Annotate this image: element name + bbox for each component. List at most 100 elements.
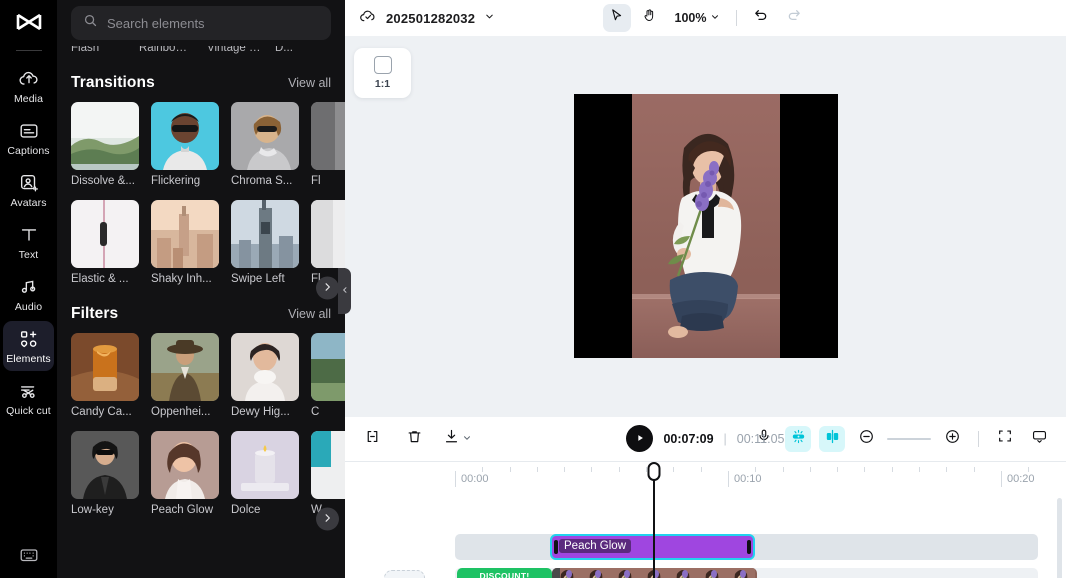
keyboard-shortcuts-icon[interactable] <box>18 544 40 566</box>
download-icon <box>443 428 460 450</box>
fit-to-screen-button[interactable] <box>992 426 1018 452</box>
timeline-vertical-scrollbar[interactable] <box>1057 497 1062 578</box>
sidebar-item-elements[interactable]: Elements <box>3 321 54 371</box>
fit-screen-icon <box>997 428 1013 449</box>
redo-button[interactable] <box>780 4 808 32</box>
transition-card[interactable]: Flickering <box>151 102 219 187</box>
timeline[interactable]: 00:00 00:10 00:20 Peach Glow DISCOUNT! <box>345 461 1066 578</box>
download-button[interactable] <box>443 426 472 452</box>
filter-thumbnail <box>231 333 299 401</box>
row-spacer <box>57 418 345 431</box>
mirror-button[interactable] <box>819 425 845 452</box>
redo-icon <box>786 8 802 29</box>
filter-card[interactable]: W <box>311 431 345 516</box>
search-box[interactable] <box>71 6 331 40</box>
clip-right-handle[interactable] <box>747 539 751 554</box>
cut-off-label: Vintage Fl... <box>207 46 263 54</box>
clip-left-grip[interactable] <box>552 567 560 578</box>
ruler-minor-tick <box>482 466 483 472</box>
ruler-label: 00:00 <box>461 472 489 485</box>
filter-card[interactable]: Low-key <box>71 431 139 516</box>
sidebar-item-avatars[interactable]: Avatars <box>3 165 54 215</box>
filter-card[interactable]: Dolce <box>231 431 299 516</box>
panel-scroll-region[interactable]: Flash Rainbow F... Vintage Fl... D... Tr… <box>57 46 345 578</box>
aspect-ratio-chip[interactable]: 1:1 <box>354 48 411 98</box>
search-icon <box>83 13 98 33</box>
filter-name: Candy Ca... <box>71 406 132 418</box>
zoom-in-button[interactable] <box>939 426 965 452</box>
zoom-out-button[interactable] <box>853 426 879 452</box>
aspect-ratio-label: 1:1 <box>374 78 391 90</box>
hand-tool-button[interactable] <box>636 4 664 32</box>
search-input[interactable] <box>107 15 319 31</box>
filter-track[interactable]: Peach Glow <box>345 533 1066 560</box>
cut-off-label: Rainbow F... <box>139 46 195 54</box>
play-icon <box>635 430 645 448</box>
transitions-next-arrow-button[interactable] <box>316 276 339 300</box>
playhead-handle[interactable] <box>647 461 661 481</box>
filter-card[interactable]: Dewy Hig... <box>231 333 299 418</box>
ruler-minor-tick <box>783 466 784 472</box>
sidebar-item-captions[interactable]: Captions <box>3 113 54 163</box>
sidebar-item-text[interactable]: Text <box>3 217 54 267</box>
transition-card[interactable]: Chroma S... <box>231 102 299 187</box>
zoom-level-dropdown[interactable]: 100% <box>669 11 727 25</box>
sticker-clip-discount[interactable]: DISCOUNT! 30% DISCOUNT! <box>457 567 552 578</box>
sidebar-item-audio[interactable]: Audio <box>3 269 54 319</box>
transition-thumbnail <box>311 200 345 268</box>
filters-next-arrow-button[interactable] <box>316 507 339 531</box>
ruler-minor-tick <box>974 466 975 472</box>
video-preview-canvas[interactable] <box>573 94 838 359</box>
edit-track-button[interactable] <box>384 569 425 578</box>
capcut-logo-icon[interactable] <box>0 4 57 44</box>
filter-thumbnail <box>231 431 299 499</box>
video-track[interactable]: DISCOUNT! 30% DISCOUNT! <box>345 567 1066 578</box>
video-thumbnail-frame <box>639 567 668 578</box>
filter-card[interactable]: Peach Glow <box>151 431 219 516</box>
split-button[interactable] <box>359 426 385 452</box>
ruler-label: 00:20 <box>1007 472 1035 485</box>
video-clip[interactable] <box>552 567 757 578</box>
ruler-minor-tick <box>946 466 947 472</box>
transition-card[interactable]: Dissolve &... <box>71 102 139 187</box>
filter-thumbnail <box>71 333 139 401</box>
view-all-transitions-button[interactable]: View all <box>288 76 331 90</box>
timeline-ruler[interactable]: 00:00 00:10 00:20 <box>345 462 1066 490</box>
auto-enhance-button[interactable] <box>785 425 811 452</box>
select-tool-button[interactable] <box>602 4 631 32</box>
sidebar-item-media[interactable]: Media <box>3 61 54 111</box>
ruler-minor-tick <box>755 466 756 472</box>
filter-name: Low-key <box>71 504 114 516</box>
clip-left-handle[interactable] <box>554 539 558 554</box>
filter-name: Dolce <box>231 504 261 516</box>
undo-button[interactable] <box>747 4 775 32</box>
zoom-level-value: 100% <box>674 11 707 25</box>
filter-clip-peach-glow[interactable]: Peach Glow <box>550 533 755 560</box>
timeline-zoom-slider[interactable] <box>887 437 931 440</box>
filter-card[interactable]: C <box>311 333 345 418</box>
filter-card[interactable]: Oppenhei... <box>151 333 219 418</box>
filter-card[interactable]: Candy Ca... <box>71 333 139 418</box>
panel-collapse-button[interactable] <box>338 268 351 314</box>
transition-card[interactable]: Fl <box>311 102 345 187</box>
preview-monitor-button[interactable] <box>1026 426 1052 452</box>
quick-cut-icon <box>18 380 40 402</box>
ruler-minor-tick <box>1028 466 1029 472</box>
search-area <box>57 0 345 40</box>
video-thumbnail-frame <box>581 567 610 578</box>
transition-card[interactable]: Shaky Inh... <box>151 200 219 285</box>
transition-card[interactable]: Elastic & ... <box>71 200 139 285</box>
delete-button[interactable] <box>401 426 427 452</box>
play-button[interactable] <box>626 425 654 452</box>
chevron-down-icon[interactable] <box>484 9 495 27</box>
section-header-filters: Filters View all <box>57 305 345 323</box>
transition-name: Elastic & ... <box>71 273 129 285</box>
view-all-filters-button[interactable]: View all <box>288 307 331 321</box>
sidebar-item-quick-cut[interactable]: Quick cut <box>3 373 54 423</box>
transition-thumbnail <box>71 200 139 268</box>
transition-card[interactable]: Swipe Left <box>231 200 299 285</box>
mirror-icon <box>824 428 841 450</box>
cloud-saved-icon[interactable] <box>359 7 377 30</box>
elements-icon <box>18 328 40 350</box>
player-toolbar: 00:07:09 | 00:11:05 <box>345 416 1066 462</box>
